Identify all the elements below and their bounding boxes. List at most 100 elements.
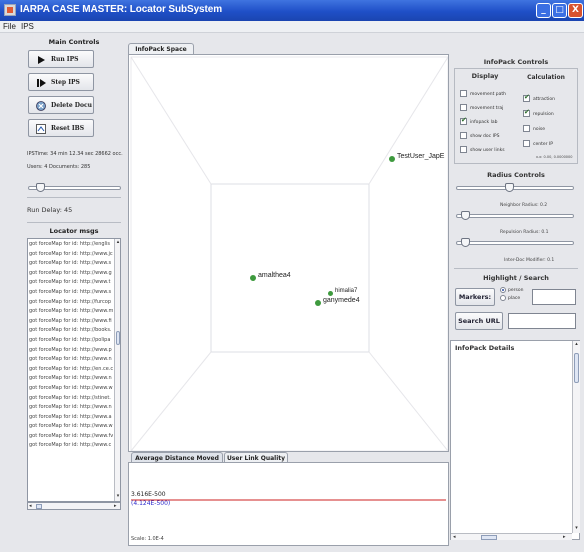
run-delay-slider-thumb[interactable] (36, 183, 46, 192)
calculation-title: Calculation (527, 74, 565, 81)
place-radio[interactable] (500, 294, 506, 301)
scroll-right-icon[interactable]: ▸ (114, 503, 117, 509)
node-ganymede-dot[interactable] (315, 300, 321, 306)
checkbox[interactable] (460, 132, 467, 139)
node-himalia-dot[interactable] (328, 291, 333, 296)
search-url-field[interactable] (508, 313, 576, 329)
graph-frame (130, 56, 448, 451)
checkbox-label: movement traj (470, 106, 504, 111)
details-scroll-thumb[interactable] (574, 353, 579, 383)
list-item[interactable]: got forceMap for id: http://stinet. (28, 394, 114, 404)
list-item[interactable]: got forceMap for id: http://furcop (28, 298, 114, 308)
radius-slider-thumb[interactable] (505, 183, 515, 192)
node-testuser-dot[interactable] (389, 156, 395, 162)
checkbox[interactable] (523, 108, 530, 117)
list-item[interactable]: got forceMap for id: http://www.m (28, 307, 114, 317)
checkbox-label: noise (533, 127, 545, 132)
minimize-button[interactable]: _ (536, 3, 551, 18)
checkbox-row[interactable]: movement traj (460, 104, 503, 113)
list-item[interactable]: got forceMap for id: http://www.t (28, 278, 114, 288)
details-scroll-right-icon[interactable]: ▸ (563, 534, 566, 540)
person-radio[interactable] (500, 286, 506, 293)
marker-text-field[interactable] (532, 289, 576, 305)
msgs-hscroll-thumb[interactable] (36, 504, 42, 509)
details-scroll-up-icon[interactable]: ▴ (573, 341, 580, 347)
checkbox-row[interactable]: center IP (523, 140, 553, 149)
list-item[interactable]: got forceMap for id: http://books. (28, 326, 114, 336)
checkbox-row[interactable]: movement path (460, 90, 506, 99)
checkbox[interactable] (523, 125, 530, 132)
checkbox[interactable] (460, 104, 467, 111)
neighbor-radius-slider[interactable] (456, 214, 574, 218)
menu-bar: File IPS (0, 21, 584, 33)
list-item[interactable]: got forceMap for id: http://www.fi (28, 317, 114, 327)
menu-ips[interactable]: IPS (21, 22, 34, 31)
reset-ibs-button[interactable]: Reset IBS (28, 119, 94, 137)
run-ips-label: Run IPS (51, 56, 79, 63)
list-item[interactable]: got forceMap for id: http://www.n (28, 374, 114, 384)
list-item[interactable]: got forceMap for id: http://www.p (28, 346, 114, 356)
list-item[interactable]: got forceMap for id: http://www.s (28, 288, 114, 298)
checkbox-row[interactable]: show doc IPS (460, 132, 499, 141)
list-item[interactable]: got forceMap for id: http://www.w (28, 384, 114, 394)
repulsion-radius-thumb[interactable] (461, 238, 471, 247)
list-item[interactable]: got forceMap for id: http://www.a (28, 413, 114, 423)
repulsion-radius-slider[interactable] (456, 241, 574, 245)
checkbox[interactable] (460, 146, 467, 153)
details-hscroll-thumb[interactable] (481, 535, 497, 540)
neighbor-radius-thumb[interactable] (461, 211, 471, 220)
list-item[interactable]: got forceMap for id: http://www.jc (28, 250, 114, 260)
markers-button[interactable]: Markers: (455, 288, 495, 306)
infopack-details-panel[interactable]: InfoPack Details ▴ ▾ ◂ ▸ (450, 340, 580, 540)
list-item[interactable]: got forceMap for id: http://en.ce.c (28, 365, 114, 375)
list-item[interactable]: got forceMap for id: http://www.s (28, 259, 114, 269)
msgs-vertical-scrollbar[interactable]: ▴ ▾ (114, 239, 120, 501)
details-scroll-down-icon[interactable]: ▾ (573, 525, 580, 531)
checkbox-label: repulsion (533, 112, 554, 117)
list-item[interactable]: got forceMap for id: http://englis (28, 240, 114, 250)
place-radio-row[interactable]: place (500, 294, 520, 303)
reset-icon (36, 124, 46, 134)
list-item[interactable]: got forceMap for id: http://www.n (28, 403, 114, 413)
list-item[interactable]: got forceMap for id: http://polipa (28, 336, 114, 346)
checkbox-row[interactable]: noise (523, 125, 545, 134)
average-distance-chart: 3.616E-500 (4.124E-500) Scale: 1.0E-4 (128, 462, 449, 546)
interdoc-modifier-label: Inter-Doc Modifier: 0.1 (504, 258, 555, 263)
reset-ibs-label: Reset IBS (51, 125, 85, 132)
checkbox[interactable] (523, 140, 530, 147)
search-url-button[interactable]: Search URL (455, 312, 503, 330)
maximize-button[interactable]: □ (552, 3, 567, 18)
chart-readout-top: 3.616E-500 (131, 491, 166, 498)
scroll-left-icon[interactable]: ◂ (29, 503, 32, 509)
close-button[interactable]: X (568, 3, 583, 18)
checkbox-row[interactable]: infopack lab (460, 116, 497, 127)
checkbox-row[interactable]: repulsion (523, 108, 554, 119)
delete-docu-button[interactable]: Delete Docu (28, 96, 94, 114)
run-ips-button[interactable]: Run IPS (28, 50, 94, 68)
node-amalthea-dot[interactable] (250, 275, 256, 281)
checkbox[interactable] (460, 116, 467, 125)
checkbox-row[interactable]: show user links (460, 146, 505, 155)
menu-file[interactable]: File (3, 22, 16, 31)
step-ips-button[interactable]: Step IPS (28, 73, 94, 91)
ips-time-text: IPSTime: 34 min 12.34 sec 28662 occ. (27, 151, 123, 157)
checkbox[interactable] (523, 93, 530, 102)
details-scroll-left-icon[interactable]: ◂ (453, 534, 456, 540)
center-ip-note: x.x: 0.00, 0.0000000 (536, 155, 573, 159)
list-item[interactable]: got forceMap for id: http://www.w (28, 422, 114, 432)
scroll-up-icon[interactable]: ▴ (115, 239, 120, 245)
msgs-horizontal-scrollbar[interactable]: ◂ ▸ (27, 502, 121, 510)
checkbox-row[interactable]: attraction (523, 93, 555, 104)
locator-msgs-list[interactable]: got forceMap for id: http://englis got fo… (27, 238, 121, 502)
radius-slider[interactable] (456, 186, 574, 190)
list-item[interactable]: got forceMap for id: http://www.fv (28, 432, 114, 442)
list-item[interactable]: got forceMap for id: http://www.c (28, 441, 114, 451)
infopack-space-canvas[interactable]: TestUser_JapE amalthea4 himalia7 ganymed… (128, 54, 449, 452)
checkbox[interactable] (460, 90, 467, 97)
scroll-down-icon[interactable]: ▾ (115, 493, 120, 499)
details-vertical-scrollbar[interactable]: ▴ ▾ (572, 341, 580, 533)
details-horizontal-scrollbar[interactable]: ◂ ▸ (451, 533, 572, 540)
list-item[interactable]: got forceMap for id: http://www.n (28, 355, 114, 365)
msgs-scroll-thumb[interactable] (116, 331, 120, 345)
list-item[interactable]: got forceMap for id: http://www.g (28, 269, 114, 279)
